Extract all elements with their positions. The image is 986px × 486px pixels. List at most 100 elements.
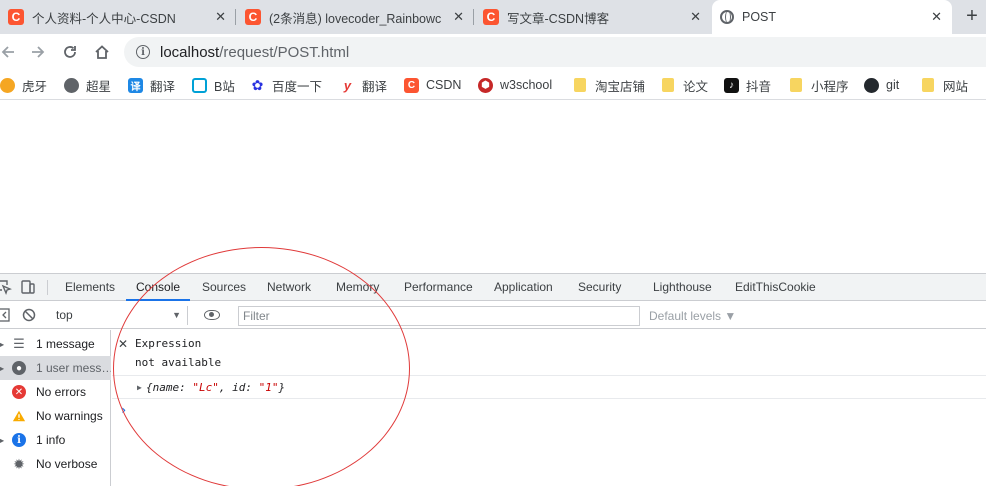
youdao-icon: y xyxy=(340,77,355,93)
bookmark-folder-papers[interactable]: 论文 xyxy=(662,76,708,94)
bookmark-label: 虎牙 xyxy=(22,79,48,94)
console-log-entry[interactable]: ▶ {name: "Lc", id: "1"} xyxy=(112,377,986,399)
url-text[interactable]: localhost/request/POST.html xyxy=(160,44,349,61)
sidebar-item-verbose[interactable]: ✹ No verbose xyxy=(0,452,111,476)
console-output: ✕ Expression not available ▶ {name: "Lc"… xyxy=(112,330,986,486)
bookmark-label: 翻译 xyxy=(150,79,176,94)
warning-icon xyxy=(12,410,26,422)
tab-application[interactable]: Application xyxy=(494,274,553,301)
bookmark-label: 淘宝店铺 xyxy=(595,79,646,94)
sidebar-item-errors[interactable]: ✕ No errors xyxy=(0,380,111,404)
bookmark-douyin[interactable]: ♪ 抖音 xyxy=(724,76,771,94)
bookmark-label: 小程序 xyxy=(811,79,849,94)
expression-label[interactable]: Expression xyxy=(135,337,201,350)
folder-icon xyxy=(574,78,586,92)
live-expression-eye-icon[interactable] xyxy=(204,310,220,320)
info-icon: i xyxy=(12,433,26,447)
tab-post[interactable]: POST ✕ xyxy=(712,0,952,34)
sidebar-item-info[interactable]: ▶ i 1 info xyxy=(0,428,111,452)
close-tab-icon[interactable]: ✕ xyxy=(215,9,226,25)
back-button[interactable] xyxy=(0,40,20,64)
bookmark-label: 论文 xyxy=(683,79,709,94)
log-levels-dropdown[interactable]: Default levels ▼ xyxy=(649,306,736,326)
bookmark-folder-miniprogram[interactable]: 小程序 xyxy=(790,76,849,94)
bookmark-youdao[interactable]: y 翻译 xyxy=(340,76,387,94)
bookmark-bilibili[interactable]: B站 xyxy=(192,76,235,94)
device-toolbar-icon[interactable] xyxy=(20,279,36,295)
bookmark-label: B站 xyxy=(214,79,235,94)
new-tab-button[interactable]: + xyxy=(960,4,984,28)
bookmark-baidu[interactable]: ✿ 百度一下 xyxy=(250,76,322,94)
console-prompt-icon[interactable]: › xyxy=(120,403,127,417)
bookmark-w3school[interactable]: ⬢ w3school xyxy=(478,76,552,94)
bookmark-chaoxing[interactable]: 超星 xyxy=(64,76,111,94)
close-tab-icon[interactable]: ✕ xyxy=(690,9,701,25)
tab-network[interactable]: Network xyxy=(267,274,311,301)
tab-csdn-write[interactable]: C 写文章-CSDN博客 ✕ xyxy=(475,0,711,34)
tab-separator xyxy=(235,9,236,25)
sidebar-item-label: 1 user mess… xyxy=(36,361,111,375)
list-icon: ☰ xyxy=(13,336,25,351)
tab-performance[interactable]: Performance xyxy=(404,274,473,301)
tab-security[interactable]: Security xyxy=(578,274,621,301)
reload-icon xyxy=(64,46,76,58)
reload-button[interactable] xyxy=(58,40,82,64)
tab-sources[interactable]: Sources xyxy=(202,274,246,301)
tab-console[interactable]: Console xyxy=(126,274,191,301)
live-expression: ✕ Expression not available xyxy=(112,330,986,376)
csdn-icon: C xyxy=(245,9,261,25)
address-bar[interactable]: i localhost/request/POST.html xyxy=(124,37,986,67)
tab-separator xyxy=(473,9,474,25)
browser-toolbar: i localhost/request/POST.html xyxy=(0,34,986,70)
tab-elements[interactable]: Elements xyxy=(65,274,115,301)
clear-console-icon[interactable] xyxy=(22,308,36,322)
folder-icon xyxy=(922,78,934,92)
dropdown-arrow-icon: ▼ xyxy=(172,310,181,320)
tab-csdn-messages[interactable]: C (2条消息) lovecoder_Rainbowc ✕ xyxy=(237,0,474,34)
tab-editthiscookie[interactable]: EditThisCookie xyxy=(735,274,816,301)
folder-icon xyxy=(662,78,674,92)
bookmark-folder-sites[interactable]: 网站 xyxy=(922,76,968,94)
sidebar-item-user-messages[interactable]: ▶ ● 1 user mess… xyxy=(0,356,111,380)
logged-object[interactable]: {name: "Lc", id: "1"} xyxy=(146,381,285,394)
tab-title: 写文章-CSDN博客 xyxy=(507,11,610,26)
console-filter-input[interactable]: Filter xyxy=(238,306,640,326)
sidebar-item-messages[interactable]: ▶ ☰ 1 message xyxy=(0,332,111,356)
douyin-icon: ♪ xyxy=(724,77,739,93)
sidebar-toggle-icon[interactable] xyxy=(0,308,10,322)
sidebar-item-label: 1 message xyxy=(36,337,95,351)
arrow-right-icon xyxy=(32,46,45,58)
github-icon xyxy=(864,77,879,93)
folder-icon xyxy=(790,78,802,92)
arrow-left-icon xyxy=(1,46,14,58)
remove-expression-icon[interactable]: ✕ xyxy=(118,337,128,351)
tab-lighthouse[interactable]: Lighthouse xyxy=(653,274,712,301)
site-info-icon[interactable]: i xyxy=(136,45,150,59)
translate-icon: 译 xyxy=(128,77,143,93)
bookmark-label: 百度一下 xyxy=(272,79,323,94)
bookmark-huya[interactable]: 虎牙 xyxy=(0,76,47,94)
bookmark-git[interactable]: git xyxy=(864,76,899,94)
bookmark-label: git xyxy=(886,78,900,92)
expand-object-icon[interactable]: ▶ xyxy=(137,383,142,392)
devtools-tab-bar: Elements Console Sources Network Memory … xyxy=(0,274,986,301)
sidebar-item-warnings[interactable]: No warnings xyxy=(0,404,111,428)
sidebar-item-label: No warnings xyxy=(36,409,103,423)
bookmark-label: CSDN xyxy=(426,78,462,92)
tab-csdn-profile[interactable]: C 个人资料-个人中心-CSDN ✕ xyxy=(0,0,236,34)
bookmark-folder-taobao[interactable]: 淘宝店铺 xyxy=(574,76,645,94)
tab-memory[interactable]: Memory xyxy=(336,274,379,301)
close-tab-icon[interactable]: ✕ xyxy=(453,9,464,25)
object-mid: , id: xyxy=(218,381,259,394)
inspect-element-icon[interactable] xyxy=(0,279,12,295)
bookmark-translate[interactable]: 译翻译 xyxy=(128,76,175,94)
bookmark-label: 超星 xyxy=(86,79,112,94)
error-icon: ✕ xyxy=(12,385,26,399)
close-tab-icon[interactable]: ✕ xyxy=(931,9,942,25)
forward-button[interactable] xyxy=(26,40,50,64)
console-sidebar: ▶ ☰ 1 message ▶ ● 1 user mess… ✕ No erro… xyxy=(0,330,111,486)
bookmark-csdn[interactable]: C CSDN xyxy=(404,76,461,94)
expand-arrow-icon: ▶ xyxy=(0,363,5,373)
home-button[interactable] xyxy=(90,40,114,64)
context-selector[interactable]: top ▼ xyxy=(52,306,188,325)
